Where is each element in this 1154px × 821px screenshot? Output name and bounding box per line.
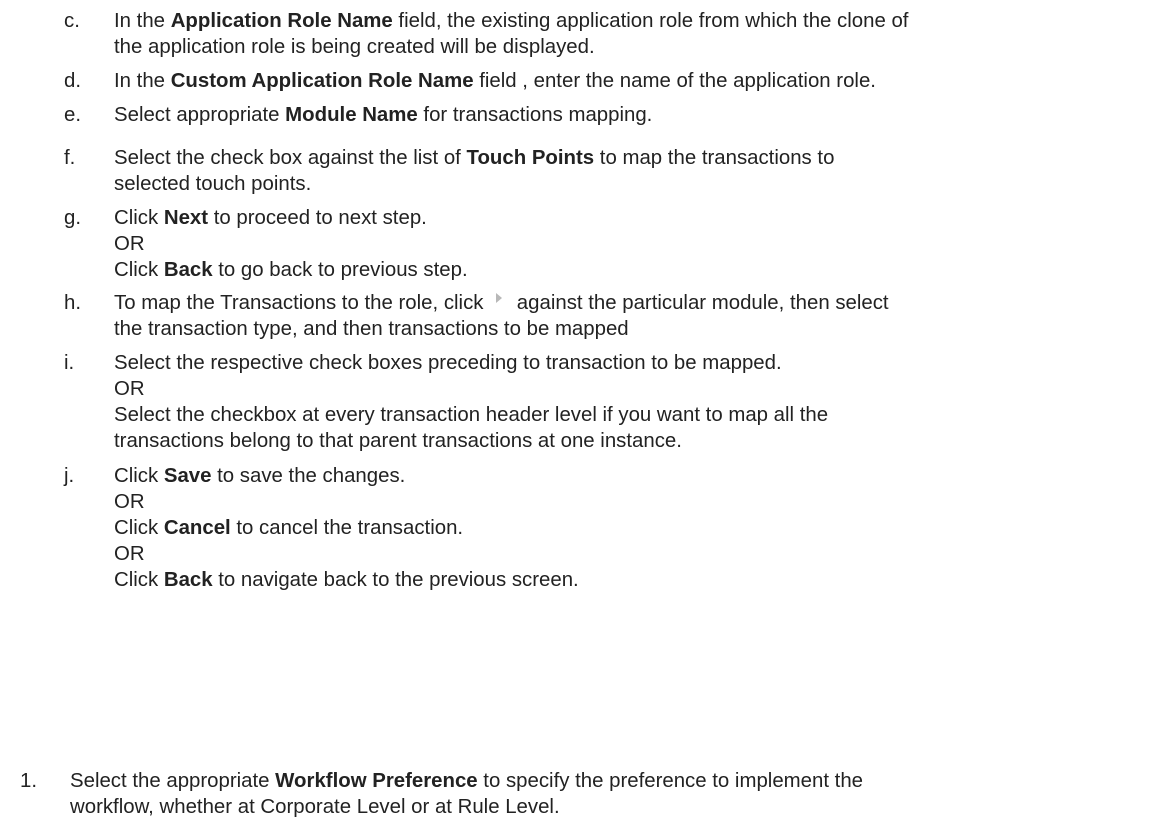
- text-line: Select the checkbox at every transaction…: [114, 402, 1148, 428]
- text-segment: Select the respective check boxes preced…: [114, 352, 782, 374]
- text-segment: to map the transactions to: [594, 147, 835, 169]
- text-segment: Click: [114, 207, 164, 229]
- text-segment: selected touch points.: [114, 173, 312, 195]
- step-item: g. Click Next to proceed to next step. OR C…: [64, 205, 1148, 283]
- text-segment: To map the Transactions to the role, cli…: [114, 292, 490, 314]
- step-item: i. Select the respective check boxes prec…: [64, 350, 1148, 454]
- step-text: In the Custom Application Role Name fiel…: [114, 68, 1148, 94]
- step-item: f. Select the check box against the list …: [64, 145, 1148, 197]
- text-line: In the Application Role Name field, the …: [114, 8, 1148, 34]
- text-segment: Click: [114, 465, 164, 487]
- text-segment: to go back to previous step.: [212, 259, 468, 281]
- step-item: h. To map the Transactions to the role, c…: [64, 290, 1148, 342]
- expand-arrow-icon: [489, 291, 511, 311]
- text-line: OR: [114, 376, 1148, 402]
- text-line: the application role is being created wi…: [114, 34, 1148, 60]
- text-segment: to specify the preference to implement t…: [477, 770, 864, 792]
- field-name: Back: [163, 259, 213, 281]
- text-segment: field , enter the name of the applicatio…: [473, 70, 876, 92]
- text-line: In the Custom Application Role Name fiel…: [114, 68, 1148, 94]
- step-text: Select the respective check boxes preced…: [114, 350, 1148, 454]
- field-name: Touch Points: [466, 147, 595, 169]
- text-segment: transactions belong to that parent trans…: [114, 430, 682, 452]
- text-segment: Select the check box against the list of: [114, 147, 467, 169]
- text-line: workflow, whether at Corporate Level or …: [70, 794, 1148, 820]
- text-segment: to proceed to next step.: [208, 207, 427, 229]
- step-marker: h.: [64, 292, 82, 314]
- text-line: Click Back to go back to previous step.: [114, 257, 1148, 283]
- field-name: Cancel: [163, 517, 231, 539]
- text-line: Click Save to save the changes.: [114, 463, 1148, 489]
- text-line: To map the Transactions to the role, cli…: [114, 290, 1148, 316]
- step-text: Click Save to save the changes. OR Click C…: [114, 463, 1148, 593]
- text-line: Click Back to navigate back to the previ…: [114, 567, 1148, 593]
- step-item: j. Click Save to save the changes. OR Click…: [64, 463, 1148, 593]
- field-name: Workflow Preference: [275, 770, 478, 792]
- step-text: Select appropriate Module Name for trans…: [114, 102, 1148, 128]
- step-text: In the Application Role Name field, the …: [114, 8, 1148, 60]
- text-segment: to cancel the transaction.: [230, 517, 464, 539]
- text-line: Click Cancel to cancel the transaction.: [114, 515, 1148, 541]
- text-segment: Select appropriate: [114, 104, 286, 126]
- step-text: Select the appropriate Workflow Preferen…: [70, 768, 1148, 820]
- step-marker: 1.: [20, 770, 38, 792]
- field-name: Module Name: [285, 104, 418, 126]
- text-segment: to navigate back to the previous screen.: [212, 569, 579, 591]
- text-segment: the transaction type, and then transacti…: [114, 318, 629, 340]
- text-segment: to save the changes.: [211, 465, 406, 487]
- step-marker: c.: [64, 10, 80, 32]
- text-segment: against the particular module, then sele…: [511, 292, 889, 314]
- field-name: Back: [163, 569, 213, 591]
- text-line: transactions belong to that parent trans…: [114, 428, 1148, 454]
- field-name: Save: [163, 465, 212, 487]
- text-line: Select the appropriate Workflow Preferen…: [70, 768, 1148, 794]
- text-segment: Click: [114, 517, 164, 539]
- step-item: e. Select appropriate Module Name for tra…: [64, 102, 1148, 128]
- step-item: d. In the Custom Application Role Name fi…: [64, 68, 1148, 94]
- text-line: selected touch points.: [114, 171, 1148, 197]
- text-segment: OR: [114, 491, 145, 513]
- step-text: Click Next to proceed to next step. OR Cli…: [114, 205, 1148, 283]
- step-text: To map the Transactions to the role, cli…: [114, 290, 1148, 342]
- text-segment: In the: [114, 70, 171, 92]
- text-line: Click Next to proceed to next step.: [114, 205, 1148, 231]
- step-marker: i.: [64, 352, 75, 374]
- text-segment: In the: [114, 10, 171, 32]
- text-segment: OR: [114, 378, 145, 400]
- text-line: OR: [114, 489, 1148, 515]
- step-marker: f.: [64, 147, 76, 169]
- text-segment: Select the checkbox at every transaction…: [114, 404, 829, 426]
- text-line: OR: [114, 541, 1148, 567]
- step-marker: e.: [64, 104, 82, 126]
- text-segment: OR: [114, 233, 145, 255]
- text-segment: Select the appropriate: [70, 770, 276, 792]
- step-marker: j.: [64, 465, 75, 487]
- step-marker: d.: [64, 70, 82, 92]
- step-item: c. In the Application Role Name field, th…: [64, 8, 1148, 60]
- text-line: the transaction type, and then transacti…: [114, 316, 1148, 342]
- text-segment: for transactions mapping.: [417, 104, 653, 126]
- text-line: Select the respective check boxes preced…: [114, 350, 1148, 376]
- text-segment: field, the existing application role fro…: [392, 10, 909, 32]
- step-item: 1. Select the appropriate Workflow Prefer…: [20, 768, 1148, 820]
- text-line: OR: [114, 231, 1148, 257]
- text-line: Select appropriate Module Name for trans…: [114, 102, 1148, 128]
- field-name: Application Role Name: [170, 10, 393, 32]
- field-name: Next: [163, 207, 209, 229]
- text-segment: Click: [114, 569, 164, 591]
- text-line: Select the check box against the list of…: [114, 145, 1148, 171]
- text-segment: workflow, whether at Corporate Level or …: [70, 796, 560, 818]
- step-marker: g.: [64, 207, 82, 229]
- text-segment: Click: [114, 259, 164, 281]
- step-text: Select the check box against the list of…: [114, 145, 1148, 197]
- text-segment: the application role is being created wi…: [114, 36, 595, 58]
- field-name: Custom Application Role Name: [170, 70, 474, 92]
- text-segment: OR: [114, 543, 145, 565]
